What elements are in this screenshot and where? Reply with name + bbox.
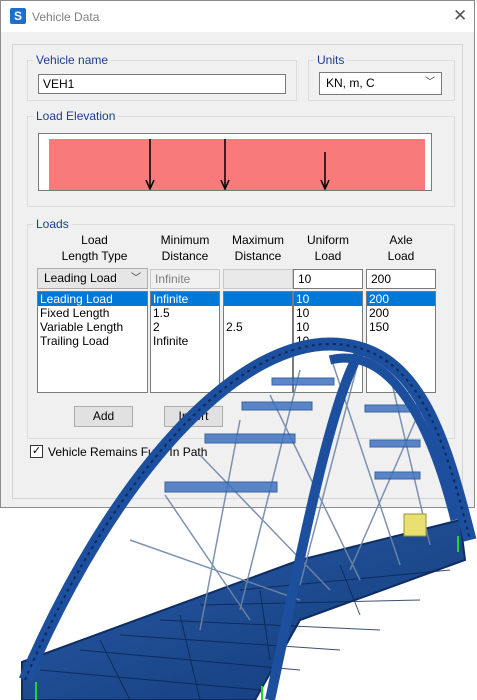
bearing-support: [403, 513, 427, 537]
arch-crossbeams: [164, 377, 421, 493]
bridge-3d-illustration: [19, 337, 477, 700]
